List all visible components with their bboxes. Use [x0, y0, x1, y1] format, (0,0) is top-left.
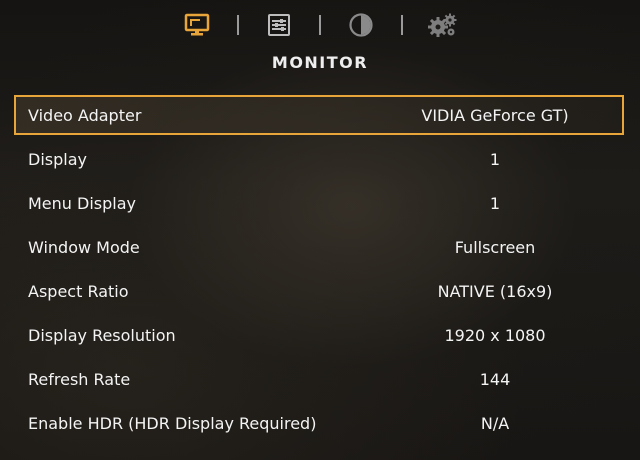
setting-label: Menu Display [28, 193, 136, 213]
tab-sliders[interactable] [261, 10, 297, 40]
setting-label: Display Resolution [28, 325, 176, 345]
setting-label: Display [28, 149, 87, 169]
tab-divider [319, 15, 321, 35]
setting-row-aspect-ratio[interactable]: Aspect Ratio NATIVE (16x9) [14, 271, 624, 311]
setting-label: Video Adapter [28, 105, 142, 125]
setting-value: 1 [489, 149, 501, 169]
tab-gears[interactable] [425, 10, 461, 40]
setting-label: Refresh Rate [28, 369, 131, 389]
monitor-icon [184, 13, 210, 36]
setting-value: N/A [480, 413, 510, 433]
contrast-icon [349, 13, 373, 37]
setting-value: 1920 x 1080 [444, 325, 546, 345]
setting-value: Fullscreen [454, 237, 536, 257]
setting-value: 1 [489, 193, 501, 213]
setting-label: Enable HDR (HDR Display Required) [28, 413, 317, 433]
gears-icon [428, 13, 457, 37]
setting-row-menu-display[interactable]: Menu Display 1 [14, 183, 624, 223]
setting-label: Window Mode [28, 237, 140, 257]
setting-value: NATIVE (16x9) [437, 281, 553, 301]
setting-row-display[interactable]: Display 1 [14, 139, 624, 179]
tab-monitor[interactable] [179, 10, 215, 40]
settings-list: Video Adapter VIDIA GeForce GT) Display … [14, 95, 624, 447]
tab-divider [237, 15, 239, 35]
setting-row-refresh-rate[interactable]: Refresh Rate 144 [14, 359, 624, 399]
setting-row-display-resolution[interactable]: Display Resolution 1920 x 1080 [14, 315, 624, 355]
setting-row-window-mode[interactable]: Window Mode Fullscreen [14, 227, 624, 267]
settings-tab-bar [0, 8, 640, 42]
setting-value: VIDIA GeForce GT) [421, 105, 569, 125]
page-title: MONITOR [271, 53, 369, 72]
setting-row-video-adapter[interactable]: Video Adapter VIDIA GeForce GT) [14, 95, 624, 135]
setting-value: 144 [479, 369, 511, 389]
sliders-icon [268, 14, 290, 36]
tab-divider [401, 15, 403, 35]
tab-contrast[interactable] [343, 10, 379, 40]
setting-label: Aspect Ratio [28, 281, 129, 301]
setting-row-enable-hdr[interactable]: Enable HDR (HDR Display Required) N/A [14, 403, 624, 443]
